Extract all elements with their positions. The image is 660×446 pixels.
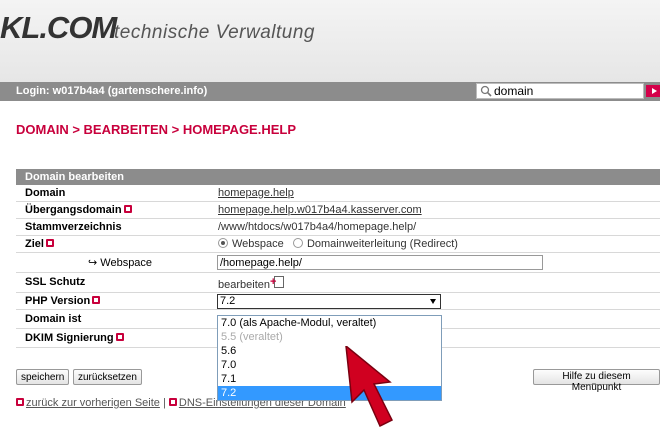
- row-webspace: ↪ Webspace: [16, 253, 660, 273]
- domain-link[interactable]: homepage.help: [218, 187, 294, 199]
- footer-separator: |: [162, 397, 166, 409]
- php-option[interactable]: 7.0: [218, 358, 441, 372]
- row-ziel: Ziel Webspace Domainweiterleitung (Redir…: [16, 236, 660, 253]
- save-button[interactable]: speichern: [16, 369, 70, 385]
- header: KL.COM technische Verwaltung: [0, 0, 660, 82]
- label-dkim: DKIM Signierung: [25, 332, 114, 344]
- label-php-version: PHP Version: [25, 295, 91, 307]
- radio-webspace[interactable]: [218, 238, 228, 249]
- label-uebergangsdomain: Übergangsdomain: [25, 204, 122, 216]
- radio-webspace-label[interactable]: Webspace: [232, 238, 284, 250]
- stammverzeichnis-value: /www/htdocs/w017b4a4/homepage.help/: [218, 221, 417, 233]
- label-webspace: ↪ Webspace: [88, 257, 153, 269]
- pointer-arrow-icon: [345, 346, 394, 428]
- radio-redirect-label[interactable]: Domainweiterleitung (Redirect): [307, 238, 458, 250]
- label-ssl: SSL Schutz: [25, 276, 86, 288]
- row-php-version: PHP Version 7.2: [16, 293, 660, 310]
- help-icon[interactable]: [45, 239, 54, 248]
- php-option[interactable]: 5.6: [218, 344, 441, 358]
- edit-icon[interactable]: [270, 276, 284, 289]
- radio-redirect[interactable]: [292, 238, 303, 249]
- breadcrumb: DOMAIN > BEARBEITEN > HOMEPAGE.HELP: [16, 122, 297, 137]
- php-version-select[interactable]: 7.2: [217, 294, 441, 309]
- help-button[interactable]: Hilfe zu diesem Menüpunkt: [533, 369, 660, 393]
- webspace-path-input[interactable]: [217, 255, 543, 270]
- label-domain: Domain: [25, 187, 66, 199]
- php-option: 5.5 (veraltet): [221, 331, 283, 343]
- magnifier-icon: [480, 85, 492, 97]
- row-ssl: SSL Schutz bearbeiten: [16, 273, 660, 293]
- row-uebergangsdomain: Übergangsdomain homepage.help.w017b4a4.k…: [16, 202, 660, 219]
- login-info: Login: w017b4a4 (gartenschere.info): [16, 85, 208, 97]
- chevron-down-icon: [430, 299, 436, 304]
- help-icon[interactable]: [115, 333, 124, 342]
- reset-button[interactable]: zurücksetzen: [73, 369, 142, 385]
- arrow-right-icon[interactable]: [646, 85, 660, 97]
- label-stammverzeichnis: Stammverzeichnis: [25, 221, 122, 233]
- ssl-edit-link[interactable]: bearbeiten: [218, 279, 270, 291]
- uebergangsdomain-link[interactable]: homepage.help.w017b4a4.kasserver.com: [218, 204, 422, 216]
- php-option[interactable]: 7.1: [218, 372, 441, 386]
- search-box[interactable]: [476, 83, 644, 99]
- php-version-dropdown[interactable]: 7.0 (als Apache-Modul, veraltet) 5.5 (ve…: [217, 315, 442, 401]
- help-icon[interactable]: [123, 205, 132, 214]
- php-version-selected: 7.2: [220, 295, 236, 307]
- row-domain: Domain homepage.help: [16, 185, 660, 202]
- panel-title: Domain bearbeiten: [16, 169, 660, 185]
- dns-icon: [168, 398, 177, 407]
- help-icon[interactable]: [92, 296, 101, 305]
- back-link[interactable]: zurück zur vorherigen Seite: [26, 397, 160, 409]
- php-option-selected[interactable]: 7.2: [218, 386, 441, 400]
- php-option[interactable]: 7.0 (als Apache-Modul, veraltet): [218, 316, 441, 330]
- label-domain-ist: Domain ist: [25, 313, 82, 325]
- tagline: technische Verwaltung: [114, 22, 315, 43]
- label-ziel: Ziel: [25, 238, 44, 250]
- login-bar: Login: w017b4a4 (gartenschere.info): [0, 82, 660, 101]
- row-stammverzeichnis: Stammverzeichnis /www/htdocs/w017b4a4/ho…: [16, 219, 660, 236]
- search-input[interactable]: [493, 84, 641, 98]
- logo[interactable]: KL.COM: [0, 10, 117, 46]
- back-icon: [16, 398, 24, 407]
